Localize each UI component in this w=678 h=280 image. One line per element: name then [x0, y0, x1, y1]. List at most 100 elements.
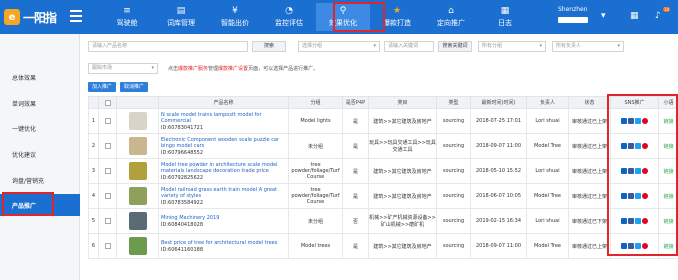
sidebar-item-inquiry[interactable]: 询盘/营销充 — [0, 170, 80, 190]
facebook-icon[interactable] — [628, 218, 634, 224]
user-avatar-icon[interactable]: ▾ — [601, 11, 606, 21]
table-row: 4 Model railroad grass earth train model … — [88, 183, 678, 209]
small-lang-link[interactable]: 链接 — [663, 169, 673, 175]
col-header-type[interactable]: 类型 — [436, 96, 471, 109]
facebook-icon[interactable] — [628, 143, 634, 149]
sns-cell — [610, 233, 659, 259]
group-select[interactable]: 选择分组 ▾ — [298, 41, 380, 52]
product-name-link[interactable]: Model tree powder in architecture scale … — [161, 162, 288, 174]
twitter-icon[interactable] — [635, 193, 641, 199]
small-lang-link[interactable]: 链接 — [663, 219, 673, 225]
small-lang-link[interactable]: 链接 — [663, 194, 673, 200]
product-name-link[interactable]: Model railroad grass earth train model A… — [161, 187, 288, 199]
sidebar-item-suggestions[interactable]: 优化建议 — [0, 144, 80, 164]
facebook-icon[interactable] — [628, 193, 634, 199]
app-logo[interactable]: e 一阳指 — [4, 5, 64, 29]
product-thumbnail[interactable] — [116, 133, 159, 159]
small-lang-link[interactable]: 链接 — [663, 144, 673, 150]
pinterest-icon[interactable] — [642, 143, 648, 149]
product-name-link[interactable]: Electronic Component wooden scale puzzle… — [161, 137, 288, 149]
col-header-checkbox[interactable] — [98, 96, 117, 109]
product-thumbnail[interactable] — [116, 158, 159, 184]
sidebar-item-one-click[interactable]: 一键优化 — [0, 118, 80, 138]
logo-text: 一阳指 — [23, 10, 57, 25]
p4p-cell: 是 — [342, 108, 369, 134]
nav-hot-products[interactable]: ★ 爆款打造 — [370, 3, 424, 31]
sidebar-item-word-effect[interactable]: 单词效果 — [0, 93, 80, 113]
nav-targeted-promo[interactable]: ⌂ 定向推广 — [424, 3, 478, 31]
pinterest-icon[interactable] — [642, 193, 648, 199]
nav-monitoring[interactable]: ◔ 监控评估 — [262, 3, 316, 31]
linkedin-icon[interactable] — [621, 193, 627, 199]
twitter-icon[interactable] — [635, 118, 641, 124]
row-checkbox[interactable] — [98, 158, 117, 184]
product-thumbnail[interactable] — [116, 108, 159, 134]
col-header-p4p[interactable]: 是否P4P — [342, 96, 369, 109]
keyword-input[interactable]: 请输入关键词 — [384, 41, 434, 52]
category-cell: 玩具>>玩具交通工具>>玩具交通工具 — [368, 133, 437, 159]
pinterest-icon[interactable] — [642, 218, 648, 224]
sidebar-item-overall[interactable]: 总体效果 — [0, 67, 80, 87]
facebook-icon[interactable] — [628, 243, 634, 249]
market-select[interactable]: 跟踪市场 ▾ — [88, 63, 158, 74]
notice-link-settings[interactable]: 爆款推广设置 — [218, 66, 248, 72]
facebook-icon[interactable] — [628, 118, 634, 124]
nav-log[interactable]: ▦ 日志 — [478, 3, 532, 31]
menu-toggle-icon[interactable] — [70, 10, 82, 22]
status-cell: 审核通过已上架 — [568, 133, 611, 159]
bell-icon[interactable]: ♪ — [655, 11, 661, 21]
product-name-link[interactable]: N scale model trains lampostt model for … — [161, 112, 288, 124]
pinterest-icon[interactable] — [642, 118, 648, 124]
nav-smart-bidding[interactable]: ¥ 智能出价 — [208, 3, 262, 31]
cancel-promotion-button[interactable]: 取消推广 — [120, 82, 148, 92]
linkedin-icon[interactable] — [621, 118, 627, 124]
linkedin-icon[interactable] — [621, 168, 627, 174]
linkedin-icon[interactable] — [621, 143, 627, 149]
twitter-icon[interactable] — [635, 143, 641, 149]
search-keyword-button[interactable]: 搜索关键词 — [438, 41, 472, 52]
row-checkbox[interactable] — [98, 133, 117, 159]
col-header-group[interactable]: 分组 — [288, 96, 343, 109]
product-name-link[interactable]: Best price of tree for architectural mod… — [161, 240, 288, 246]
twitter-icon[interactable] — [635, 168, 641, 174]
row-checkbox[interactable] — [98, 108, 117, 134]
col-header-category[interactable]: 类目 — [368, 96, 437, 109]
row-checkbox[interactable] — [98, 233, 117, 259]
product-thumbnail[interactable] — [116, 183, 159, 209]
twitter-icon[interactable] — [635, 243, 641, 249]
col-header-time[interactable]: 最新时间(时间) — [470, 96, 527, 109]
nav-keyword-library[interactable]: ▤ 词库管理 — [154, 3, 208, 31]
pinterest-icon[interactable] — [642, 168, 648, 174]
product-thumbnail[interactable] — [116, 208, 159, 234]
nav-cockpit[interactable]: ≡ 驾驶舱 — [100, 3, 154, 31]
col-header — [116, 96, 159, 109]
notice-link-service[interactable]: 爆款推广服务 — [178, 66, 208, 72]
group-cell: 未分组 — [288, 133, 343, 159]
col-header-status[interactable]: 状态 — [568, 96, 611, 109]
small-lang-link[interactable]: 链接 — [663, 244, 673, 250]
product-image — [128, 137, 147, 155]
add-promotion-button[interactable]: 加入推广 — [88, 82, 116, 92]
user-info-bar — [558, 17, 588, 23]
facebook-icon[interactable] — [628, 168, 634, 174]
linkedin-icon[interactable] — [621, 218, 627, 224]
library-icon: ▤ — [176, 6, 186, 16]
grid-icon[interactable]: ▦ — [630, 11, 639, 21]
nav-optimization[interactable]: ⚲ 效果优化 — [316, 3, 370, 31]
product-name-input[interactable]: 请输入产品名称 — [88, 41, 248, 52]
all-groups-select[interactable]: 所有分组 ▾ — [478, 41, 546, 52]
all-managers-select[interactable]: 所有负责人 ▾ — [552, 41, 624, 52]
sidebar-item-product-promo[interactable]: 产品推广 — [0, 194, 80, 216]
product-thumbnail[interactable] — [116, 233, 159, 259]
user-menu[interactable]: Shenzhen — [558, 6, 588, 23]
product-name-link[interactable]: Mining Machinery 2019 — [161, 215, 288, 221]
twitter-icon[interactable] — [635, 218, 641, 224]
search-button[interactable]: 搜索 — [252, 41, 286, 52]
row-checkbox[interactable] — [98, 208, 117, 234]
row-checkbox[interactable] — [98, 183, 117, 209]
pinterest-icon[interactable] — [642, 243, 648, 249]
small-lang-link[interactable]: 链接 — [663, 119, 673, 125]
col-header-product-name[interactable]: 产品名称 — [158, 96, 289, 109]
linkedin-icon[interactable] — [621, 243, 627, 249]
col-header-owner[interactable]: 负责人 — [526, 96, 569, 109]
